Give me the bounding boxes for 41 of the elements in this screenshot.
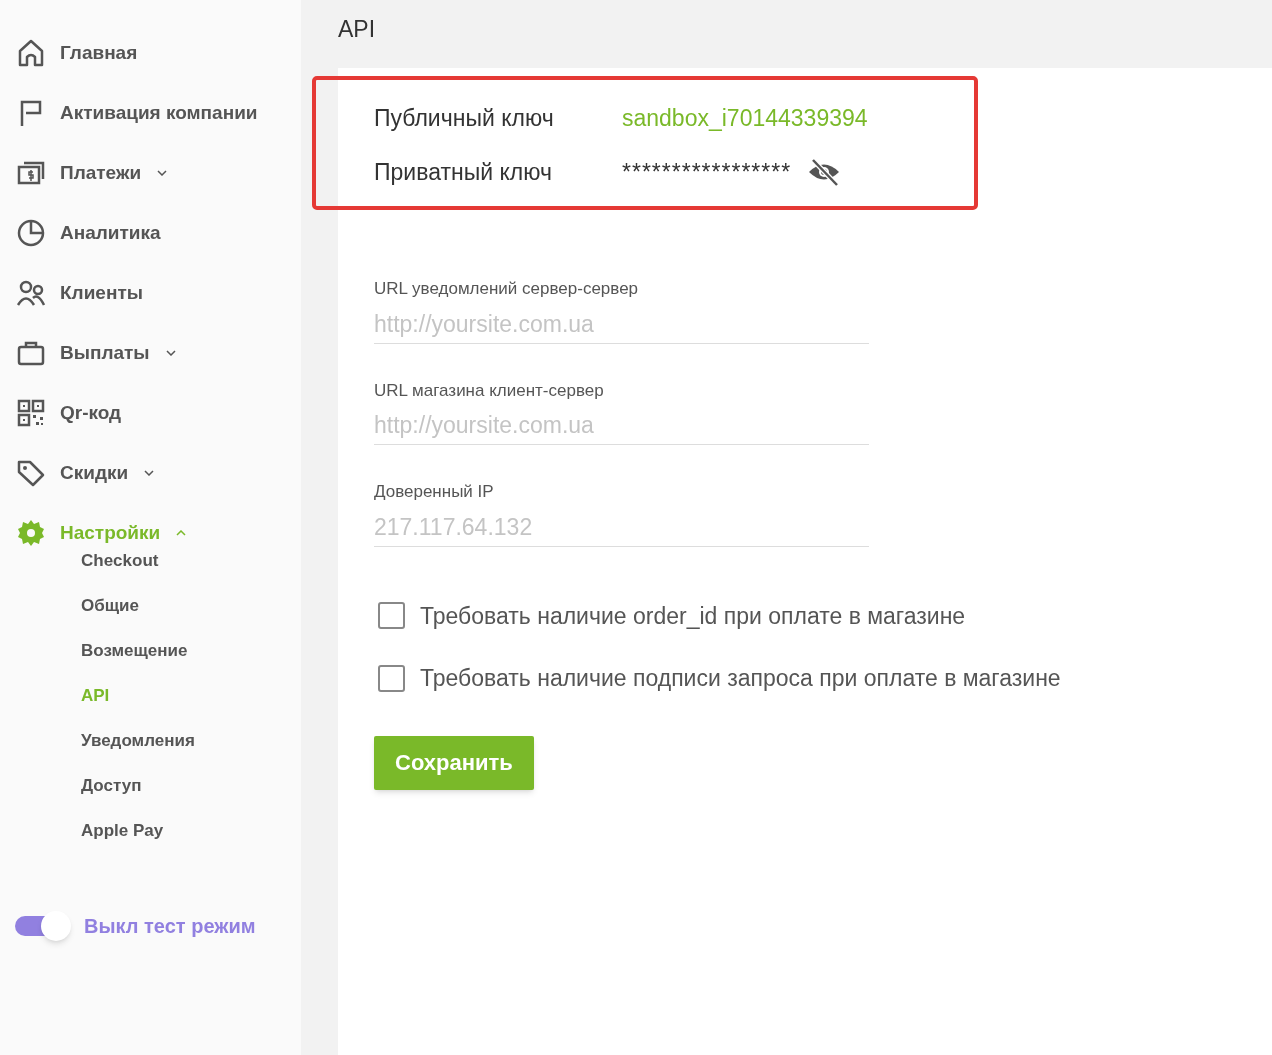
sidebar-item[interactable]: Главная: [60, 38, 138, 68]
caret-icon[interactable]: [165, 350, 176, 356]
home-icon: [16, 38, 46, 68]
submenu-item[interactable]: Возмещение: [81, 641, 188, 686]
checkbox[interactable]: [378, 602, 405, 630]
input-field[interactable]: 217.117.64.132: [374, 508, 869, 547]
checkbox-label: Требовать наличие order_id при оплате в магазине: [420, 601, 966, 631]
qr-code-icon: [16, 398, 46, 428]
sidebar-item[interactable]: Клиенты: [60, 278, 143, 308]
submenu-item[interactable]: Уведомления: [81, 731, 195, 776]
masked-key: *****************: [622, 154, 792, 190]
field-label: URL магазина клиент-сервер: [374, 379, 605, 402]
sidebar-item[interactable]: Выплаты: [60, 338, 150, 368]
gear-icon: [16, 518, 46, 548]
caret-icon[interactable]: [157, 170, 168, 176]
input-field[interactable]: http://yoursite.com.ua: [374, 305, 869, 344]
checkbox[interactable]: [378, 664, 405, 692]
submenu-item[interactable]: Apple Pay: [81, 821, 164, 866]
sidebar-item[interactable]: Платежи: [60, 158, 142, 188]
key-label: Публичный ключ: [374, 103, 555, 133]
field-label: URL уведомлений сервер-сервер: [374, 278, 640, 300]
page-title: API: [338, 15, 376, 44]
users-icon: [16, 278, 46, 308]
checkbox-label: Требовать наличие подписи запроса при оплате в магазине: [420, 664, 1061, 693]
tag-icon: [16, 458, 46, 488]
submenu-item[interactable]: Доступ: [81, 776, 142, 821]
sidebar-item[interactable]: Аналитика: [60, 218, 161, 248]
sidebar-item[interactable]: Qr-код: [60, 398, 122, 428]
submenu-item[interactable]: Checkout: [81, 551, 159, 596]
toggle-switch[interactable]: [15, 911, 71, 941]
eye-slash-icon[interactable]: [807, 157, 842, 187]
key-value: sandbox_i70144339394: [622, 103, 868, 133]
pie-chart-icon: [16, 218, 46, 248]
sidebar-item[interactable]: Скидки: [60, 458, 129, 488]
toggle-label: Выкл тест режим: [84, 914, 256, 939]
field-label: Доверенный IP: [374, 481, 495, 503]
key-label: Приватный ключ: [374, 157, 553, 187]
sidebar-item[interactable]: Активация компании: [60, 98, 258, 128]
submenu-item[interactable]: Общие: [81, 596, 139, 641]
caret-icon[interactable]: [144, 470, 155, 476]
input-field[interactable]: http://yoursite.com.ua: [374, 407, 869, 445]
